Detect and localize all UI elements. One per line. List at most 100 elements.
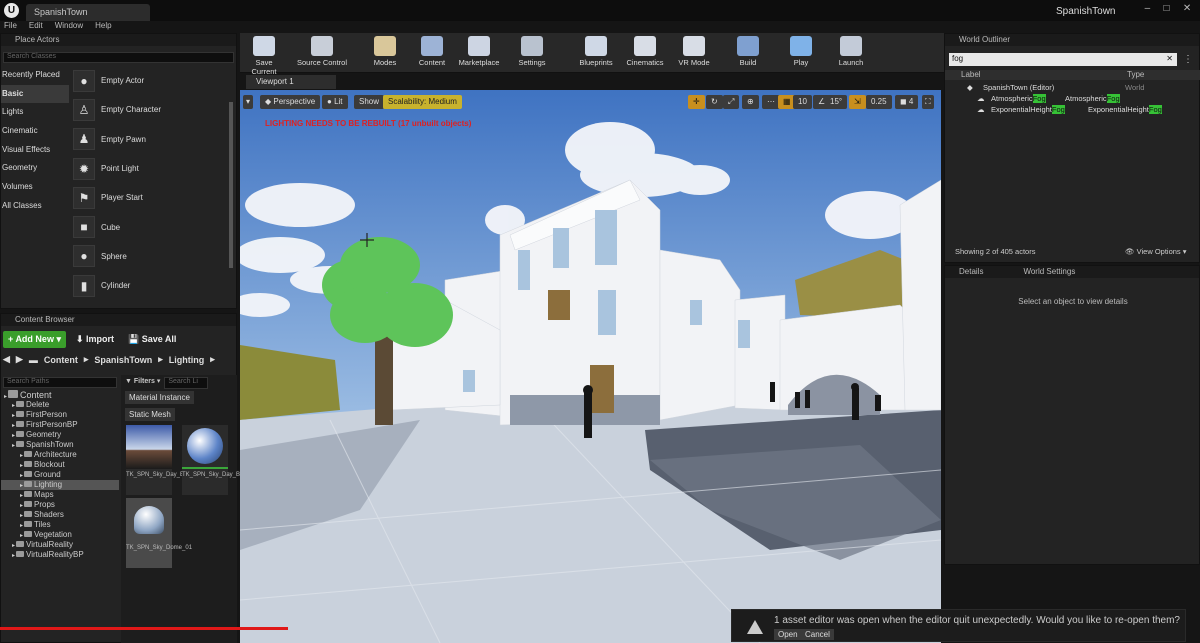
column-label[interactable]: Label (961, 70, 981, 79)
outliner-settings-icon[interactable]: ⋮ (1183, 54, 1193, 65)
tree-item-virtualrealitybp[interactable]: ▸ VirtualRealityBP (1, 550, 119, 560)
scrollbar[interactable] (229, 102, 233, 268)
document-tab[interactable]: SpanishTown (26, 4, 150, 21)
close-icon[interactable]: ✕ (1183, 3, 1191, 14)
asset-tile-selected[interactable]: TK_SPN_Sky_Dome_01 (126, 498, 192, 568)
category-geometry[interactable]: Geometry (1, 159, 69, 178)
category-recently-placed[interactable]: Recently Placed (1, 66, 69, 85)
tree-item-ground[interactable]: ▸ Ground (1, 470, 119, 480)
build-button[interactable]: Build (728, 36, 768, 70)
expand-arrow-icon[interactable]: ▸ (20, 523, 23, 529)
expand-arrow-icon[interactable]: ▸ (20, 493, 23, 499)
tree-item-shaders[interactable]: ▸ Shaders (1, 510, 119, 520)
translate-icon[interactable]: ✛ (688, 95, 705, 109)
rotate-icon[interactable]: ↻ (706, 95, 723, 109)
breadcrumb-spanishtown[interactable]: SpanishTown (94, 355, 152, 365)
add-new-button[interactable]: + Add New ▾ (3, 331, 66, 348)
grid-snap-value[interactable]: 10 (793, 95, 812, 109)
expand-arrow-icon[interactable]: ▸ (20, 513, 23, 519)
expand-arrow-icon[interactable]: ▸ (12, 543, 15, 549)
outliner-row-exponential-height-fog[interactable]: ☁ ExponentialHeightFog ExponentialHeight… (945, 105, 1200, 116)
scale-snap-value[interactable]: 0.25 (866, 95, 892, 109)
search-classes-input[interactable]: Search Classes (3, 52, 234, 63)
asset-tile[interactable]: TK_SPN_Sky_Day_Bright_01 (126, 425, 206, 495)
maximize-icon[interactable]: □ (1164, 3, 1170, 14)
perspective-button[interactable]: ◆ Perspective (260, 95, 321, 109)
expand-arrow-icon[interactable]: ▸ (12, 443, 15, 449)
camera-speed-icon[interactable]: ◼ 4 (895, 95, 919, 109)
cancel-button[interactable]: Cancel (801, 629, 834, 640)
modes-button[interactable]: Modes (362, 36, 408, 70)
tree-item-delete[interactable]: ▸ Delete (1, 400, 119, 410)
tree-item-firstpersonbp[interactable]: ▸ FirstPersonBP (1, 420, 119, 430)
expand-arrow-icon[interactable]: ▸ (20, 503, 23, 509)
video-progress-bar[interactable] (0, 627, 288, 630)
expand-arrow-icon[interactable]: ▸ (12, 423, 15, 429)
world-outliner-tab[interactable]: World Outliner (945, 34, 1199, 46)
menu-window[interactable]: Window (55, 21, 83, 33)
settings-button[interactable]: Settings (510, 36, 554, 70)
search-paths-input[interactable]: Search Paths (3, 377, 117, 388)
save-all-button[interactable]: 💾 Save All (124, 331, 180, 348)
lit-button[interactable]: ● Lit (322, 95, 348, 109)
outliner-search-input[interactable]: fog ✕ (949, 53, 1177, 66)
filter-chip-static-mesh[interactable]: Static Mesh (125, 408, 175, 421)
clear-search-icon[interactable]: ✕ (1166, 54, 1173, 63)
world-local-icon[interactable]: ⊕ (742, 95, 759, 109)
column-type[interactable]: Type (1127, 70, 1144, 79)
actor-item-empty-actor[interactable]: ● Empty Actor (71, 66, 231, 95)
actor-item-player-start[interactable]: ⚑ Player Start (71, 183, 231, 212)
content-button[interactable]: Content (412, 36, 452, 70)
blueprints-button[interactable]: Blueprints (568, 36, 624, 70)
tree-item-geometry[interactable]: ▸ Geometry (1, 430, 119, 440)
asset-tile[interactable]: TK_SPN_Sky_Day_Bright_01_Inst (182, 425, 275, 495)
expand-arrow-icon[interactable]: ▸ (12, 553, 15, 559)
search-assets-input[interactable]: Search Li (164, 377, 209, 389)
tree-item-tiles[interactable]: ▸ Tiles (1, 520, 119, 530)
scalability-button[interactable]: Scalability: Medium (383, 95, 462, 109)
menu-edit[interactable]: Edit (29, 21, 43, 33)
outliner-row-world[interactable]: ◆ SpanishTown (Editor) World (945, 83, 1200, 94)
source-control-button[interactable]: Source Control (292, 36, 352, 70)
scale-icon[interactable]: ⤢ (723, 95, 740, 109)
import-button[interactable]: ⬇ Import (72, 331, 118, 348)
category-visual-effects[interactable]: Visual Effects (1, 141, 69, 160)
viewport-tab[interactable]: Viewport 1 (246, 75, 336, 89)
category-all-classes[interactable]: All Classes (1, 197, 69, 216)
open-button[interactable]: Open (774, 629, 802, 640)
tree-item-content[interactable]: ▸ Content (1, 390, 119, 400)
menu-help[interactable]: Help (95, 21, 111, 33)
expand-arrow-icon[interactable]: ▸ (20, 453, 23, 459)
expand-arrow-icon[interactable]: ▸ (12, 433, 15, 439)
content-browser-tab[interactable]: Content Browser (1, 314, 236, 326)
filter-chip-material-instance[interactable]: Material Instance (125, 391, 194, 404)
category-cinematic[interactable]: Cinematic (1, 122, 69, 141)
actor-item-point-light[interactable]: ✹ Point Light (71, 154, 231, 183)
tree-item-blockout[interactable]: ▸ Blockout (1, 460, 119, 470)
tree-item-spanishtown[interactable]: ▸ SpanishTown (1, 440, 119, 450)
back-icon[interactable]: ◀ (3, 354, 10, 365)
tree-item-props[interactable]: ▸ Props (1, 500, 119, 510)
minimize-icon[interactable]: – (1145, 3, 1151, 14)
tree-item-virtualreality[interactable]: ▸ VirtualReality (1, 540, 119, 550)
viewport-options-dropdown[interactable]: ▾ (243, 95, 254, 109)
expand-arrow-icon[interactable]: ▸ (4, 394, 7, 400)
save-current-button[interactable]: Save Current (244, 36, 284, 76)
outliner-row-atmospheric-fog[interactable]: ☁ AtmosphericFog AtmosphericFog (945, 94, 1200, 105)
actor-item-empty-character[interactable]: ♙ Empty Character (71, 95, 231, 124)
tree-item-lighting[interactable]: ▸ Lighting (1, 480, 119, 490)
tree-item-architecture[interactable]: ▸ Architecture (1, 450, 119, 460)
marketplace-button[interactable]: Marketplace (454, 36, 504, 70)
breadcrumb-lighting[interactable]: Lighting (169, 355, 205, 365)
level-viewport[interactable]: ▾ ◆ Perspective ● Lit Show Scalability: … (240, 90, 941, 643)
world-settings-tab[interactable]: World Settings (1023, 267, 1075, 277)
menu-file[interactable]: File (4, 21, 17, 33)
filters-button[interactable]: ▼ Filters ▾ (125, 377, 160, 389)
tree-item-vegetation[interactable]: ▸ Vegetation (1, 530, 119, 540)
play-button[interactable]: Play (782, 36, 820, 70)
tree-item-firstperson[interactable]: ▸ FirstPerson (1, 410, 119, 420)
launch-button[interactable]: Launch (830, 36, 872, 70)
expand-arrow-icon[interactable]: ▸ (20, 533, 23, 539)
expand-arrow-icon[interactable]: ▸ (20, 473, 23, 479)
expand-arrow-icon[interactable]: ▸ (20, 463, 23, 469)
